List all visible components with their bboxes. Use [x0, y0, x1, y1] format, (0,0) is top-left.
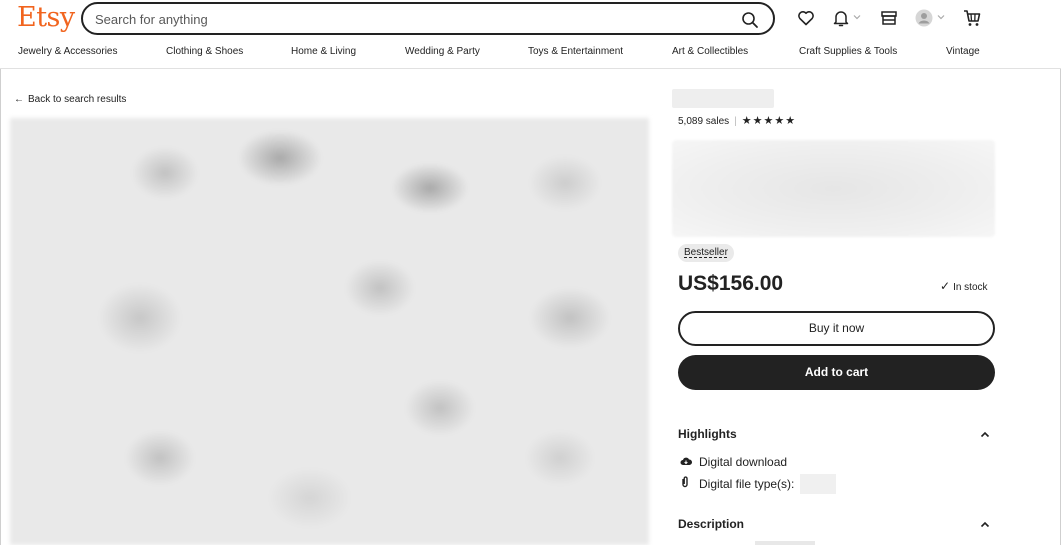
bell-icon[interactable] — [831, 8, 851, 28]
buy-it-now-button[interactable]: Buy it now — [678, 311, 995, 346]
sales-count: 5,089 sales — [678, 116, 730, 127]
highlight-digital-download: Digital download — [680, 455, 787, 469]
cart-icon[interactable] — [962, 8, 982, 28]
highlight-file-type: Digital file type(s): — [680, 476, 794, 491]
highlight-text: Digital download — [699, 455, 788, 469]
add-to-cart-button[interactable]: Add to cart — [678, 355, 995, 390]
bestseller-badge[interactable]: Bestseller — [678, 244, 734, 262]
category-nav: Jewelry & Accessories Clothing & Shoes H… — [0, 46, 1061, 62]
nav-item-art[interactable]: Art & Collectibles — [672, 46, 748, 57]
highlights-heading[interactable]: Highlights — [678, 427, 737, 441]
description-text-blurred — [755, 541, 815, 545]
nav-item-home[interactable]: Home & Living — [291, 46, 356, 57]
nav-item-jewelry[interactable]: Jewelry & Accessories — [18, 46, 117, 57]
search-icon[interactable] — [741, 11, 759, 29]
chevron-down-icon[interactable] — [937, 14, 945, 20]
stock-status: ✓ In stock — [940, 279, 988, 293]
search-input[interactable] — [95, 10, 715, 28]
highlight-text: Digital file type(s): — [699, 477, 795, 491]
account-icon[interactable] — [914, 8, 934, 28]
chevron-up-icon[interactable] — [980, 431, 990, 438]
nav-item-craft[interactable]: Craft Supplies & Tools — [799, 46, 897, 57]
arrow-left-icon: ← — [14, 94, 24, 105]
shop-icon[interactable] — [879, 8, 899, 28]
nav-item-wedding[interactable]: Wedding & Party — [405, 46, 480, 57]
search-bar — [81, 2, 775, 35]
checkmark-icon: ✓ — [940, 279, 951, 293]
site-header: Etsy Jewelry & Accessories — [0, 0, 1061, 69]
nav-item-vintage[interactable]: Vintage — [946, 46, 980, 57]
description-heading[interactable]: Description — [678, 517, 744, 531]
chevron-up-icon[interactable] — [980, 521, 990, 528]
shop-name-blurred — [672, 89, 774, 108]
nav-item-toys[interactable]: Toys & Entertainment — [528, 46, 623, 57]
cloud-download-icon — [680, 455, 693, 469]
listing-image-gallery[interactable] — [10, 118, 649, 545]
nav-item-clothing[interactable]: Clothing & Shoes — [166, 46, 243, 57]
star-rating[interactable]: ★★★★★ — [742, 114, 796, 127]
paperclip-icon — [680, 476, 692, 491]
listing-title-blurred — [672, 140, 995, 237]
heart-icon[interactable] — [796, 8, 816, 28]
back-link-label: Back to search results — [28, 94, 127, 105]
stock-label: In stock — [953, 282, 988, 293]
file-type-blurred — [800, 474, 836, 494]
back-to-results-link[interactable]: ← Back to search results — [14, 94, 126, 105]
chevron-down-icon[interactable] — [853, 14, 861, 20]
etsy-logo[interactable]: Etsy — [17, 2, 75, 33]
listing-price: US$156.00 — [678, 272, 784, 295]
sales-rating-row: 5,089 sales | ★★★★★ — [678, 114, 797, 127]
